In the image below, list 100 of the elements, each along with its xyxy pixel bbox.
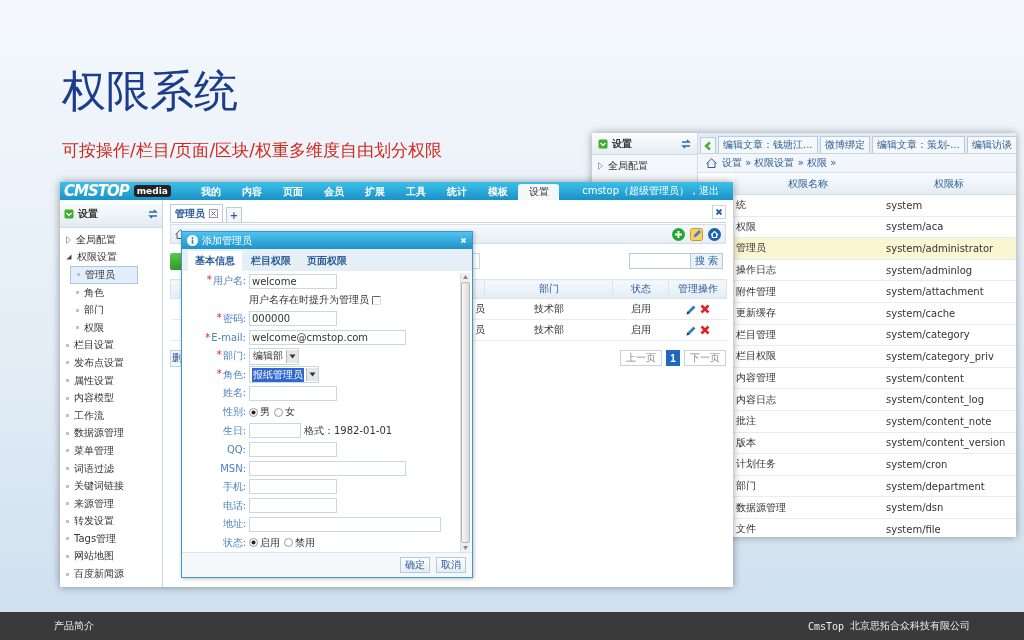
- sidebar-item[interactable]: 属性设置: [60, 371, 162, 390]
- sidebar-item[interactable]: 权限: [60, 318, 162, 337]
- input-field[interactable]: welcome: [249, 273, 337, 289]
- table-row[interactable]: 计划任务 system/cron: [734, 454, 1016, 476]
- input-field[interactable]: [249, 498, 337, 514]
- home-icon[interactable]: [708, 227, 721, 241]
- sidebar-item[interactable]: 词语过滤: [60, 459, 162, 478]
- edit-icon[interactable]: [690, 227, 703, 241]
- bullet-icon: [66, 379, 69, 383]
- sidebar-item[interactable]: Tags管理: [60, 530, 162, 548]
- sidebar-item[interactable]: 内容模型: [60, 389, 162, 407]
- sidebar-item[interactable]: 发布点设置: [60, 354, 162, 372]
- input-field[interactable]: [249, 423, 301, 439]
- table-row[interactable]: 数据源管理 system/dsn: [734, 497, 1016, 519]
- table-row[interactable]: 更新缓存 system/cache: [734, 302, 1016, 325]
- sidebar-item[interactable]: 管理员: [70, 266, 138, 284]
- tab[interactable]: 栏目权限: [244, 251, 298, 271]
- next-page-button[interactable]: 下一页: [684, 350, 726, 366]
- input-field[interactable]: [249, 479, 337, 495]
- close-icon[interactable]: [209, 209, 218, 218]
- table-cell: 启用: [612, 319, 669, 341]
- sidebar-item[interactable]: 转发设置: [60, 512, 162, 531]
- table-row[interactable]: 版本 system/content_version: [734, 432, 1016, 455]
- input-field[interactable]: [249, 442, 337, 458]
- radio-button[interactable]: [249, 407, 258, 417]
- delete-icon[interactable]: [699, 304, 710, 314]
- sidebar-item[interactable]: 部门: [60, 301, 162, 319]
- dialog-button[interactable]: 取消: [436, 557, 466, 573]
- bullet-icon: [66, 502, 69, 506]
- table-row[interactable]: 操作日志 system/adminlog: [734, 259, 1016, 282]
- sidebar-item[interactable]: 全局配置: [60, 231, 162, 249]
- brand-name: CmsTop: [807, 620, 844, 632]
- bullet-icon: [66, 467, 69, 470]
- radio-button[interactable]: [284, 538, 293, 548]
- pencil-icon[interactable]: [685, 303, 697, 315]
- table-row[interactable]: 统 system: [734, 195, 1016, 217]
- sidebar-item[interactable]: 工作流: [60, 406, 162, 425]
- previous-page-button[interactable]: 上一页: [620, 350, 662, 366]
- company-name: 北京思拓合众科技有限公司: [850, 619, 970, 633]
- radio-button[interactable]: [249, 538, 258, 548]
- table-cell-text: system/cron: [885, 458, 949, 470]
- table-row[interactable]: 内容日志 system/content_log: [734, 389, 1016, 411]
- input-field[interactable]: [249, 385, 337, 401]
- page-button[interactable]: 1: [666, 350, 680, 366]
- bullet-icon: [66, 431, 69, 435]
- tab[interactable]: 编辑文章：钱塘江...: [718, 136, 818, 153]
- breadcrumb[interactable]: 设置 » 权限设置 » 权限 »: [722, 156, 837, 170]
- tab[interactable]: 页面权限: [300, 251, 354, 271]
- dialog-button[interactable]: 确定: [400, 557, 430, 573]
- slide-title: 权限系统: [62, 64, 238, 118]
- sidebar-item[interactable]: 数据源管理: [60, 424, 162, 443]
- tab[interactable]: 管理员: [170, 204, 223, 222]
- nav-item[interactable]: 设置: [518, 184, 559, 200]
- table-row[interactable]: 部门 system/department: [734, 475, 1016, 498]
- sidebar-item[interactable]: 百度新闻源: [60, 565, 162, 583]
- table-row[interactable]: 栏目权限 system/category_priv: [734, 346, 1016, 368]
- add-icon[interactable]: [672, 227, 685, 241]
- sidebar-item[interactable]: 网站地图: [60, 547, 162, 566]
- sidebar-item[interactable]: 全局配置: [592, 155, 697, 177]
- sidebar-item[interactable]: 来源管理: [60, 494, 162, 513]
- search-field[interactable]: [629, 253, 691, 269]
- search-button[interactable]: 搜 索: [691, 253, 723, 269]
- swap-icon[interactable]: [681, 138, 691, 149]
- scroll-down-icon[interactable]: [463, 546, 468, 550]
- tab[interactable]: 微博绑定: [819, 136, 870, 153]
- select-field[interactable]: 编辑部: [249, 347, 299, 365]
- table-cell-text: system/attachment: [885, 286, 985, 298]
- table-row[interactable]: 批注 system/content_note: [734, 410, 1016, 433]
- sidebar-item[interactable]: 角色: [60, 283, 162, 302]
- radio-button[interactable]: [274, 407, 283, 417]
- table-cell-text: 数据源管理: [735, 500, 787, 515]
- tab[interactable]: 编辑访谈：: [966, 136, 1016, 153]
- sidebar-item[interactable]: 权限设置: [60, 248, 162, 267]
- field-label: 手机:: [222, 479, 246, 494]
- checkbox[interactable]: [372, 295, 381, 305]
- pencil-icon[interactable]: [685, 324, 697, 336]
- table-row[interactable]: 文件 system/file: [734, 518, 1016, 537]
- table-row[interactable]: 附件管理 system/attachment: [734, 281, 1016, 303]
- sidebar-item[interactable]: 菜单管理: [60, 442, 162, 460]
- tab[interactable]: 编辑文章：策划-...: [871, 136, 965, 153]
- input-field[interactable]: 000000: [249, 311, 337, 327]
- select-field[interactable]: 报纸管理员: [249, 366, 319, 384]
- tab[interactable]: 基本信息: [188, 251, 242, 271]
- sidebar-item[interactable]: 关键词链接: [60, 477, 162, 495]
- input-field[interactable]: welcome@cmstop.com: [249, 329, 406, 345]
- field-label: 部门:: [222, 349, 246, 364]
- delete-icon[interactable]: [699, 325, 710, 335]
- swap-icon[interactable]: [148, 208, 158, 219]
- sidebar-item[interactable]: 栏目设置: [60, 336, 162, 355]
- table-row[interactable]: 管理员 system/administrator: [734, 238, 1016, 260]
- home-icon: [706, 158, 717, 168]
- input-field[interactable]: [249, 516, 441, 532]
- triangle-icon: [66, 235, 71, 244]
- table-row[interactable]: 内容管理 system/content: [734, 367, 1016, 390]
- triangle-icon: [66, 254, 72, 261]
- table-row[interactable]: 栏目管理 system/category: [734, 324, 1016, 347]
- back-button[interactable]: [700, 137, 716, 153]
- scrollbar[interactable]: [460, 273, 470, 552]
- new-tab-button[interactable]: +: [226, 207, 242, 222]
- input-field[interactable]: [249, 460, 406, 476]
